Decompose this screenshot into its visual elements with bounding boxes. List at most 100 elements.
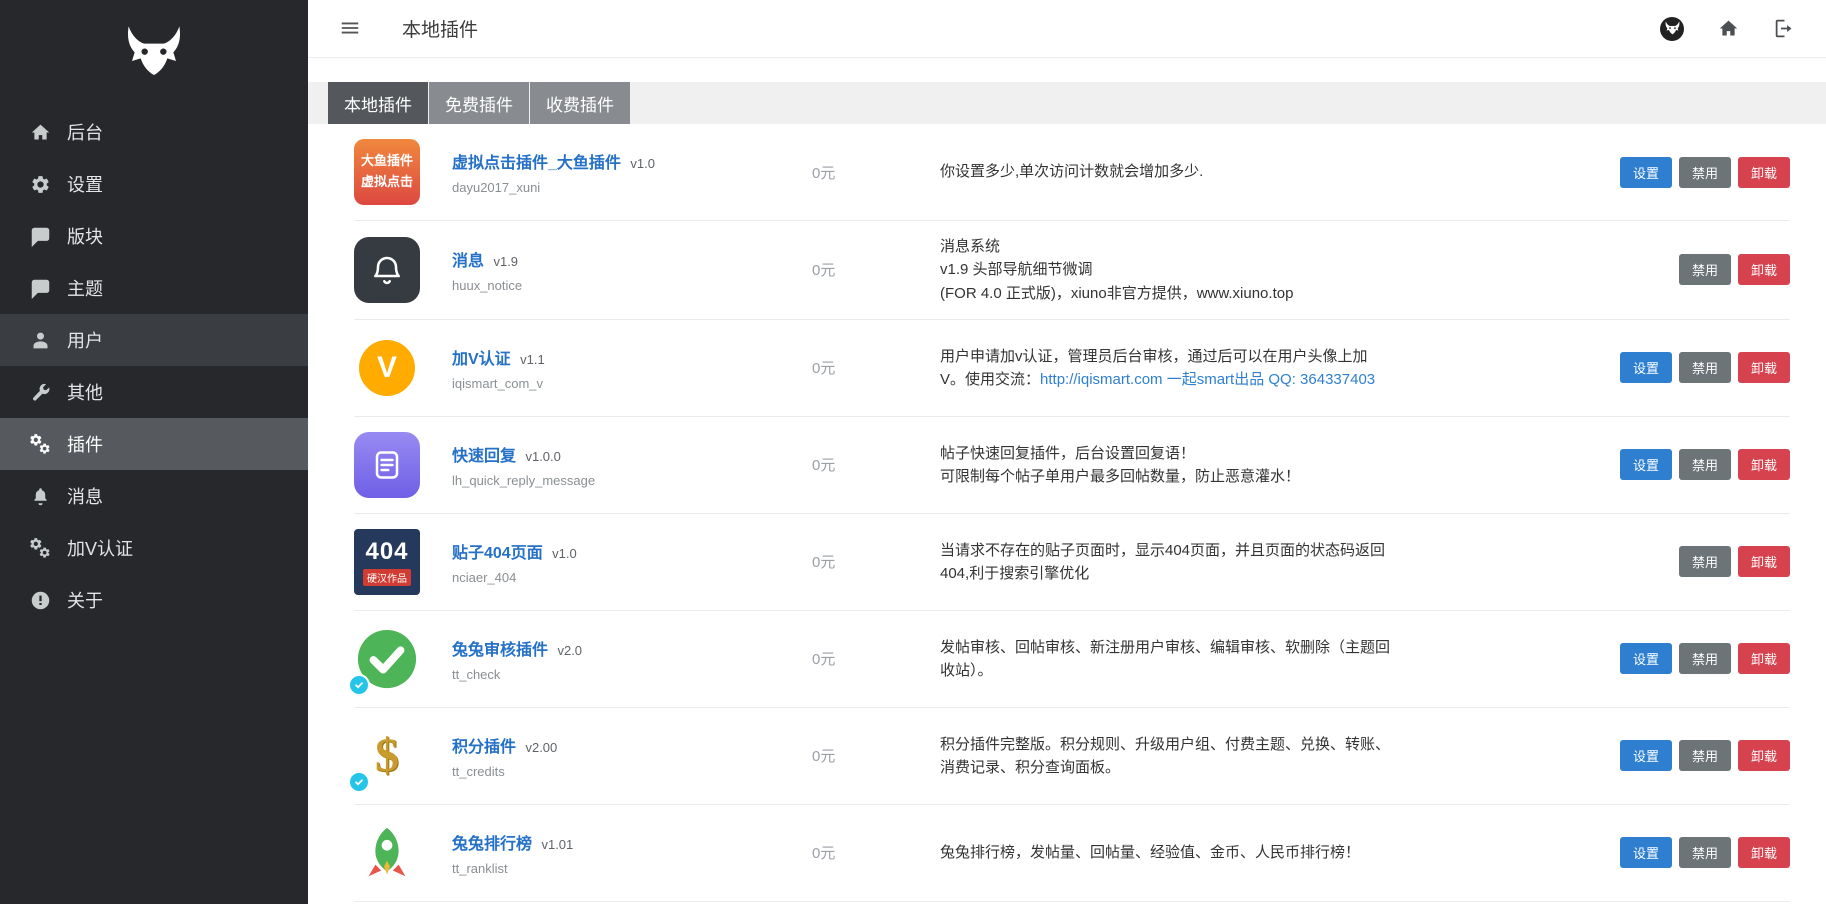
plugin-description: 用户申请加v认证，管理员后台审核，通过后可以在用户头像上加V。使用交流：http…: [940, 345, 1613, 392]
uninstall-button[interactable]: 卸载: [1738, 254, 1790, 285]
plugin-row: $ 积分插件 v2.00 tt_credits 0元 积分插件完整版。积分规则、…: [354, 708, 1790, 805]
sidebar-item-about[interactable]: 关于: [0, 574, 308, 626]
plugin-actions: 设置禁用卸载: [1613, 740, 1790, 771]
tab-paid[interactable]: 收费插件: [530, 82, 630, 124]
description-text: 消费记录、积分查询面板。: [940, 759, 1120, 776]
sidebar-item-messages[interactable]: 消息: [0, 470, 308, 522]
description-text: 积分插件完整版。积分规则、升级用户组、付费主题、兑换、转账、: [940, 736, 1390, 753]
plugin-id: iqismart_com_v: [452, 376, 796, 391]
sidebar-item-other[interactable]: 其他: [0, 366, 308, 418]
description-text: 收站）。: [940, 662, 993, 679]
comment-icon: [30, 278, 51, 299]
sidebar-item-label: 插件: [67, 431, 103, 457]
sidebar-item-label: 消息: [67, 483, 103, 509]
uninstall-button[interactable]: 卸载: [1738, 157, 1790, 188]
plugin-price: 0元: [812, 259, 940, 280]
plugin-icon: 404硬汉作品: [354, 529, 420, 595]
plugin-name-link[interactable]: 消息: [452, 253, 484, 270]
description-text: v1.9 头部导航细节微调: [940, 261, 1093, 278]
disable-button[interactable]: 禁用: [1679, 643, 1731, 674]
site-logo-button[interactable]: [1660, 17, 1684, 41]
disable-button[interactable]: 禁用: [1679, 254, 1731, 285]
topbar-actions: [1660, 17, 1796, 41]
sidebar-item-label: 用户: [67, 327, 103, 353]
description-text: 404,利于搜索引擎优化: [940, 565, 1089, 582]
disable-button[interactable]: 禁用: [1679, 449, 1731, 480]
settings-button[interactable]: 设置: [1620, 740, 1672, 771]
sidebar-item-v-cert[interactable]: 加V认证: [0, 522, 308, 574]
description-link[interactable]: http://iqismart.com 一起smart出品 QQ: 364337…: [1040, 371, 1375, 388]
plugin-price: 0元: [812, 551, 940, 572]
sidebar-item-plugins[interactable]: 插件: [0, 418, 308, 470]
plugin-actions: 禁用卸载: [1672, 254, 1790, 285]
uninstall-button[interactable]: 卸载: [1738, 352, 1790, 383]
plugin-version: v2.00: [525, 740, 557, 755]
plugin-description: 当请求不存在的贴子页面时，显示404页面，并且页面的状态码返回404,利于搜索引…: [940, 539, 1672, 586]
disable-button[interactable]: 禁用: [1679, 157, 1731, 188]
disable-button[interactable]: 禁用: [1679, 546, 1731, 577]
plugin-row: 兔兔排行榜 v1.01 tt_ranklist 0元 兔兔排行榜，发帖量、回帖量…: [354, 805, 1790, 902]
sidebar-item-admin[interactable]: 后台: [0, 106, 308, 158]
tab-local[interactable]: 本地插件: [328, 82, 428, 124]
plugin-description: 消息系统v1.9 头部导航细节微调(FOR 4.0 正式版)，xiuno非官方提…: [940, 235, 1672, 305]
bell-tile-icon: [354, 237, 420, 303]
settings-button[interactable]: 设置: [1620, 449, 1672, 480]
plugin-name-link[interactable]: 虚拟点击插件_大鱼插件: [452, 155, 621, 172]
sidebar-toggle-button[interactable]: [338, 17, 362, 41]
brand-logo-small-icon: [1660, 17, 1684, 41]
plugin-actions: 设置禁用卸载: [1613, 449, 1790, 480]
gear-icon: [30, 174, 51, 195]
plugin-row: 404硬汉作品 贴子404页面 v1.0 nciaer_404 0元 当请求不存…: [354, 514, 1790, 611]
uninstall-button[interactable]: 卸载: [1738, 546, 1790, 577]
settings-button[interactable]: 设置: [1620, 643, 1672, 674]
plugin-name-link[interactable]: 快速回复: [452, 448, 516, 465]
tab-free[interactable]: 免费插件: [429, 82, 529, 124]
uninstall-button[interactable]: 卸载: [1738, 740, 1790, 771]
plugin-version: v2.0: [557, 643, 582, 658]
dayu-text-icon: 大鱼插件虚拟点击: [354, 139, 420, 205]
uninstall-button[interactable]: 卸载: [1738, 643, 1790, 674]
plugin-icon: 大鱼插件虚拟点击: [354, 139, 420, 205]
home-icon: [30, 122, 51, 143]
app-window: 后台 设置 版块 主题 用户 其他 插件 消息 加V认证 关于 本地插件: [0, 0, 1826, 904]
home-button[interactable]: [1716, 17, 1740, 41]
plugin-price: 0元: [812, 842, 940, 863]
plugin-price: 0元: [812, 357, 940, 378]
gears-icon: [30, 538, 51, 559]
plugin-description: 积分插件完整版。积分规则、升级用户组、付费主题、兑换、转账、消费记录、积分查询面…: [940, 733, 1613, 780]
tab-bar: 本地插件免费插件收费插件: [308, 82, 1826, 124]
settings-button[interactable]: 设置: [1620, 837, 1672, 868]
logout-button[interactable]: [1772, 17, 1796, 41]
plugin-name-link[interactable]: 贴子404页面: [452, 545, 543, 562]
plugin-id: lh_quick_reply_message: [452, 473, 796, 488]
v-badge-icon: V: [354, 335, 420, 401]
settings-button[interactable]: 设置: [1620, 352, 1672, 383]
uninstall-button[interactable]: 卸载: [1738, 449, 1790, 480]
plugin-name-link[interactable]: 兔兔审核插件: [452, 642, 548, 659]
sidebar-item-forums[interactable]: 版块: [0, 210, 308, 262]
plugin-actions: 设置禁用卸载: [1613, 837, 1790, 868]
plugin-icon: [354, 432, 420, 498]
quick-reply-tile-icon: [354, 432, 420, 498]
plugin-version: v1.1: [520, 352, 545, 367]
page-title: 本地插件: [402, 15, 478, 42]
plugin-row: V 加V认证 v1.1 iqismart_com_v 0元 用户申请加v认证，管…: [354, 320, 1790, 417]
plugin-title-block: 贴子404页面 v1.0 nciaer_404: [452, 539, 812, 585]
disable-button[interactable]: 禁用: [1679, 352, 1731, 383]
disable-button[interactable]: 禁用: [1679, 837, 1731, 868]
plugin-name-link[interactable]: 加V认证: [452, 351, 511, 368]
sidebar-item-themes[interactable]: 主题: [0, 262, 308, 314]
plugin-name-link[interactable]: 兔兔排行榜: [452, 836, 532, 853]
description-text: 帖子快速回复插件，后台设置回复语！: [940, 445, 1195, 462]
settings-button[interactable]: 设置: [1620, 157, 1672, 188]
plugin-price: 0元: [812, 648, 940, 669]
plugin-actions: 禁用卸载: [1672, 546, 1790, 577]
plugin-id: tt_ranklist: [452, 861, 796, 876]
description-text: 用户申请加v认证，管理员后台审核，通过后可以在用户头像上加: [940, 348, 1368, 365]
sidebar-item-settings[interactable]: 设置: [0, 158, 308, 210]
sidebar-item-users[interactable]: 用户: [0, 314, 308, 366]
uninstall-button[interactable]: 卸载: [1738, 837, 1790, 868]
comment-icon: [30, 226, 51, 247]
plugin-name-link[interactable]: 积分插件: [452, 739, 516, 756]
disable-button[interactable]: 禁用: [1679, 740, 1731, 771]
